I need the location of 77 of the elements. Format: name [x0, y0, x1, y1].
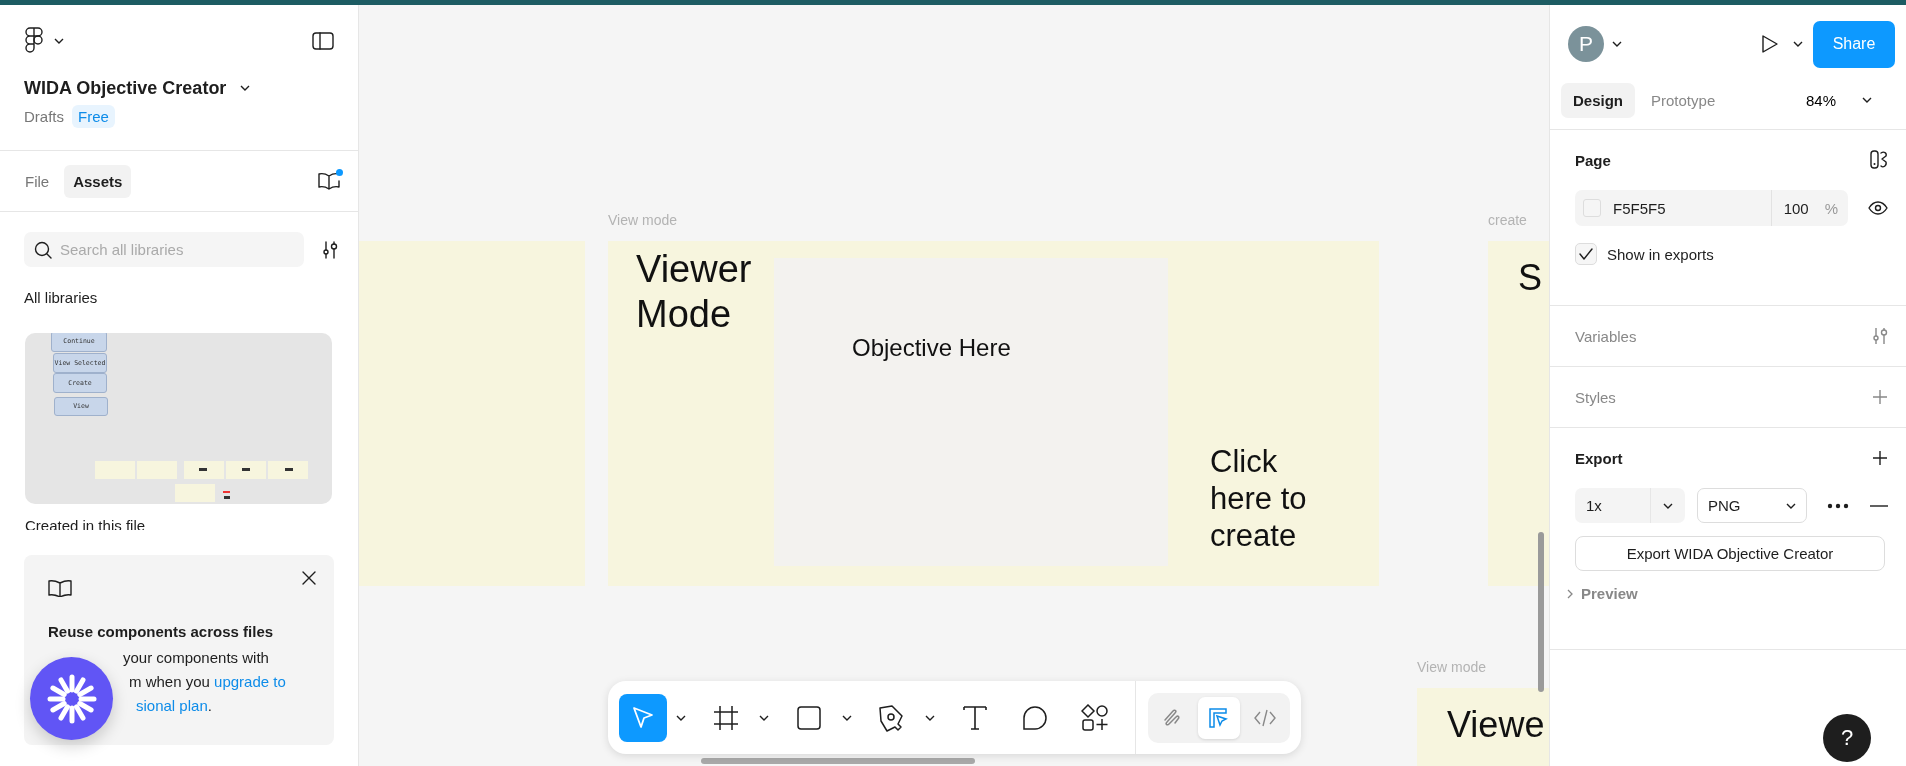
present-button[interactable] — [1761, 34, 1803, 54]
remove-icon[interactable] — [1870, 504, 1888, 507]
promo-text: your components with — [123, 648, 270, 668]
chevron-down-icon — [54, 38, 64, 44]
export-button[interactable]: Export WIDA Objective Creator — [1575, 536, 1885, 571]
color-value: F5F5F5 — [1613, 199, 1667, 217]
chevron-down-icon — [240, 85, 251, 91]
section-title: Export — [1575, 449, 1623, 467]
opacity-value: 100 — [1783, 199, 1809, 217]
caret-icon — [925, 714, 935, 721]
search-field[interactable]: Search all libraries — [24, 232, 304, 267]
frame-heading: Viewe — [1447, 703, 1545, 747]
book-icon — [48, 579, 72, 597]
section-title: Styles — [1575, 388, 1616, 406]
sliders-icon[interactable] — [1872, 327, 1888, 345]
project-link[interactable]: Drafts — [24, 108, 64, 125]
caret-icon — [676, 714, 686, 721]
filter-icon[interactable] — [322, 240, 338, 259]
checkbox-label: Show in exports — [1607, 245, 1714, 263]
plan-badge: Free — [72, 105, 115, 128]
comment-tool-icon — [1022, 704, 1048, 731]
logo-icon — [24, 27, 44, 55]
frame-tool-icon — [713, 704, 739, 731]
frame-heading: Viewer Mode — [636, 247, 753, 337]
sparkle-icon — [46, 673, 97, 724]
close-icon[interactable] — [302, 571, 316, 585]
design-mode-icon — [1208, 706, 1230, 729]
add-icon[interactable] — [1872, 450, 1888, 466]
sidebar-toggle-icon[interactable] — [312, 32, 334, 50]
color-field[interactable]: F5F5F5 100 % — [1575, 190, 1848, 226]
panel-tab[interactable]: Assets — [64, 164, 132, 198]
panel-tab[interactable]: File — [16, 164, 59, 198]
page-switch-icon[interactable] — [1870, 150, 1888, 170]
mode-button[interactable] — [1198, 696, 1240, 739]
chevron-down-icon — [1793, 41, 1803, 47]
objective-text: Objective Here — [852, 334, 1011, 362]
zoom-menu[interactable]: 84% — [1805, 91, 1872, 109]
panel-tab[interactable]: Design — [1561, 82, 1635, 118]
chevron-down-icon — [1612, 41, 1622, 47]
more-icon[interactable] — [1827, 502, 1849, 509]
panel-tab[interactable]: Prototype — [1639, 82, 1728, 118]
chevron-down-icon — [1786, 502, 1796, 509]
caret-icon — [759, 714, 769, 721]
scrollbar[interactable] — [701, 758, 975, 764]
opacity-unit: % — [1824, 199, 1838, 217]
scale-dropdown[interactable]: 1x — [1575, 488, 1685, 523]
color-swatch[interactable] — [1583, 199, 1601, 217]
chevron-down-icon — [1862, 97, 1872, 103]
check-icon — [1579, 248, 1593, 260]
library-icon[interactable] — [318, 172, 340, 190]
avatar: P — [1568, 26, 1604, 62]
section-title: Page — [1575, 151, 1611, 169]
frame[interactable]: Viewer Mode Objective Here Click here to create — [608, 241, 1379, 586]
frame-heading: S — [1518, 256, 1542, 300]
frame[interactable]: Viewe — [1417, 688, 1549, 766]
shapes-icon — [1081, 703, 1109, 732]
create-prompt: Click here to create — [1210, 443, 1308, 554]
caret-icon — [842, 714, 852, 721]
checkbox[interactable] — [1575, 243, 1597, 265]
promo-text: sional plan. — [136, 696, 213, 716]
file-title[interactable]: WIDA Objective Creator — [24, 77, 227, 99]
main-menu-button[interactable] — [24, 27, 64, 55]
play-icon — [1761, 34, 1779, 54]
pen-tool-icon — [878, 703, 906, 732]
frame[interactable]: S — [1488, 241, 1549, 586]
preview-toggle[interactable]: Preview — [1567, 585, 1638, 602]
help-button[interactable]: ? — [1823, 714, 1871, 762]
text-tool-icon — [962, 704, 988, 731]
promo-text: m when you upgrade to — [129, 672, 287, 692]
scrollbar[interactable] — [1538, 532, 1544, 692]
section-title: Variables — [1575, 327, 1637, 345]
rectangle-tool-icon — [796, 704, 822, 731]
chevron-down-icon — [1663, 502, 1673, 509]
format-dropdown[interactable]: PNG — [1697, 488, 1807, 523]
eye-icon[interactable] — [1868, 201, 1888, 215]
section-heading: All libraries — [23, 288, 99, 308]
promo-title: Reuse components across files — [48, 623, 275, 640]
